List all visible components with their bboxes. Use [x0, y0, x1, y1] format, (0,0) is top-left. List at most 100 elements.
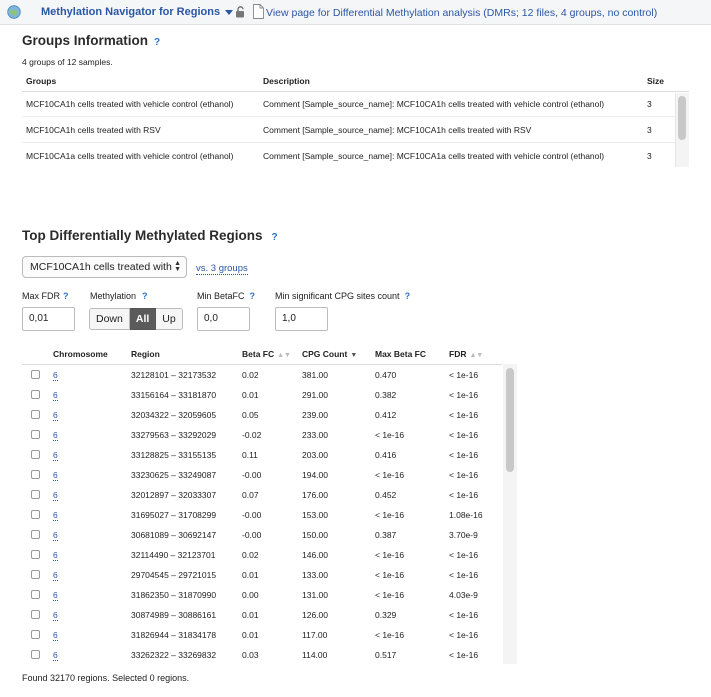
row-checkbox[interactable] [31, 390, 40, 399]
row-checkbox[interactable] [31, 590, 40, 599]
max-fdr-input[interactable]: 0,01 [22, 307, 75, 331]
group-size: 3 [647, 125, 652, 135]
chromosome-link[interactable]: 6 [53, 650, 58, 661]
chromosome-link[interactable]: 6 [53, 490, 58, 501]
fdr-cell: < 1e-16 [449, 490, 479, 500]
group-row[interactable]: MCF10CA1h cells treated with RSV Comment… [22, 117, 689, 143]
lock-icon[interactable] [235, 6, 246, 18]
methylation-help-link[interactable]: ? [142, 291, 148, 301]
col-header-beta-fc[interactable]: Beta FC ▲▼ [242, 349, 291, 359]
region-row[interactable]: 6 31862350 – 31870990 0.00 131.00 < 1e-16 4.0… [22, 585, 502, 605]
min-cpg-input[interactable]: 1,0 [275, 307, 328, 331]
min-betafc-input[interactable]: 0,0 [197, 307, 250, 331]
groups-scrollbar-thumb[interactable] [678, 96, 686, 140]
globe-logo-icon[interactable] [7, 5, 21, 19]
region-row[interactable]: 6 33156164 – 33181870 0.01 291.00 0.382 < 1e-… [22, 385, 502, 405]
row-checkbox[interactable] [31, 650, 40, 659]
app-navigator-menu[interactable]: Methylation Navigator for Regions [41, 6, 234, 18]
region-cell: 33279563 – 33292029 [131, 430, 217, 440]
methylation-all-button[interactable]: All [129, 308, 157, 330]
app-title[interactable]: Methylation Navigator for Regions [41, 6, 220, 18]
view-dmr-page-link[interactable]: View page for Differential Methylation a… [266, 7, 657, 19]
group-select[interactable]: MCF10CA1h cells treated with ▲ ▼ [22, 256, 187, 278]
region-row[interactable]: 6 30874989 – 30886161 0.01 126.00 0.329 < 1e-… [22, 605, 502, 625]
region-row[interactable]: 6 33128825 – 33155135 0.11 203.00 0.416 < 1e-… [22, 445, 502, 465]
region-row[interactable]: 6 30681089 – 30692147 -0.00 150.00 0.387 3.70… [22, 525, 502, 545]
row-checkbox[interactable] [31, 410, 40, 419]
fdr-cell: < 1e-16 [449, 630, 479, 640]
max-beta-fc-cell: 0.387 [375, 530, 397, 540]
col-header-fdr[interactable]: FDR ▲▼ [449, 349, 483, 359]
regions-scrollbar-thumb[interactable] [506, 368, 514, 472]
col-header-region[interactable]: Region [131, 349, 160, 359]
chromosome-link[interactable]: 6 [53, 390, 58, 401]
row-checkbox[interactable] [31, 490, 40, 499]
row-checkbox[interactable] [31, 510, 40, 519]
fdr-cell: < 1e-16 [449, 610, 479, 620]
vs-groups-link[interactable]: vs. 3 groups [196, 263, 248, 275]
col-header-description: Description [263, 76, 310, 86]
group-row[interactable]: MCF10CA1a cells treated with vehicle con… [22, 143, 689, 169]
dmr-help-link[interactable]: ? [272, 232, 278, 243]
row-checkbox[interactable] [31, 430, 40, 439]
region-cell: 31826944 – 31834178 [131, 630, 217, 640]
region-row[interactable]: 6 33262322 – 33269832 0.03 114.00 0.517 < 1e-… [22, 645, 502, 665]
row-checkbox[interactable] [31, 550, 40, 559]
fdr-cell: < 1e-16 [449, 370, 479, 380]
col-header-max-beta-fc[interactable]: Max Beta FC [375, 349, 426, 359]
col-header-size: Size [647, 76, 665, 86]
chromosome-link[interactable]: 6 [53, 470, 58, 481]
groups-help-link[interactable]: ? [154, 37, 160, 48]
methylation-down-button[interactable]: Down [89, 308, 130, 330]
col-header-cpg-count[interactable]: CPG Count ▼ [302, 349, 357, 359]
row-checkbox[interactable] [31, 470, 40, 479]
chromosome-link[interactable]: 6 [53, 630, 58, 641]
chromosome-link[interactable]: 6 [53, 510, 58, 521]
row-checkbox[interactable] [31, 450, 40, 459]
beta-fc-cell: 0.07 [242, 490, 259, 500]
beta-fc-cell: 0.01 [242, 630, 259, 640]
region-row[interactable]: 6 31695027 – 31708299 -0.00 153.00 < 1e-16 1.… [22, 505, 502, 525]
min-cpg-help-link[interactable]: ? [405, 291, 411, 301]
group-row[interactable]: MCF10CA1h cells treated with vehicle con… [22, 91, 689, 117]
row-checkbox[interactable] [31, 630, 40, 639]
cpg-count-cell: 194.00 [302, 470, 328, 480]
region-row[interactable]: 6 33279563 – 33292029 -0.02 233.00 < 1e-16 < … [22, 425, 502, 445]
regions-footer-status: Found 32170 regions. Selected 0 regions. [22, 673, 190, 683]
row-checkbox[interactable] [31, 370, 40, 379]
chromosome-link[interactable]: 6 [53, 610, 58, 621]
chromosome-link[interactable]: 6 [53, 570, 58, 581]
max-beta-fc-cell: 0.470 [375, 370, 397, 380]
cpg-count-cell: 150.00 [302, 530, 328, 540]
group-description: Comment [Sample_source_name]: MCF10CA1a … [263, 151, 605, 161]
min-cpg-label: Min significant CPG sites count? [275, 291, 410, 301]
cpg-count-cell: 126.00 [302, 610, 328, 620]
col-header-chromosome[interactable]: Chromosome [53, 349, 108, 359]
chromosome-link[interactable]: 6 [53, 370, 58, 381]
chromosome-link[interactable]: 6 [53, 410, 58, 421]
region-row[interactable]: 6 29704545 – 29721015 0.01 133.00 < 1e-16 < 1… [22, 565, 502, 585]
row-checkbox[interactable] [31, 570, 40, 579]
region-cell: 33128825 – 33155135 [131, 450, 217, 460]
region-row[interactable]: 6 33230625 – 33249087 -0.00 194.00 < 1e-16 < … [22, 465, 502, 485]
sort-desc-icon: ▼ [350, 352, 358, 359]
chromosome-link[interactable]: 6 [53, 550, 58, 561]
region-row[interactable]: 6 32012897 – 32033307 0.07 176.00 0.452 < 1e-… [22, 485, 502, 505]
region-row[interactable]: 6 32128101 – 32173532 0.02 381.00 0.470 < 1e-… [22, 365, 502, 385]
max-fdr-help-link[interactable]: ? [63, 291, 69, 301]
chromosome-link[interactable]: 6 [53, 450, 58, 461]
methylation-up-button[interactable]: Up [156, 308, 183, 330]
chromosome-link[interactable]: 6 [53, 430, 58, 441]
chevron-down-icon[interactable] [225, 10, 234, 15]
max-beta-fc-cell: < 1e-16 [375, 470, 405, 480]
min-betafc-help-link[interactable]: ? [250, 291, 256, 301]
chromosome-link[interactable]: 6 [53, 530, 58, 541]
region-row[interactable]: 6 31826944 – 31834178 0.01 117.00 < 1e-16 < 1… [22, 625, 502, 645]
col-header-groups: Groups [26, 76, 57, 86]
chromosome-link[interactable]: 6 [53, 590, 58, 601]
row-checkbox[interactable] [31, 610, 40, 619]
row-checkbox[interactable] [31, 530, 40, 539]
region-row[interactable]: 6 32114490 – 32123701 0.02 146.00 < 1e-16 < 1… [22, 545, 502, 565]
top-bar: Methylation Navigator for Regions View p… [0, 0, 711, 25]
region-row[interactable]: 6 32034322 – 32059605 0.05 239.00 0.412 < 1e-… [22, 405, 502, 425]
